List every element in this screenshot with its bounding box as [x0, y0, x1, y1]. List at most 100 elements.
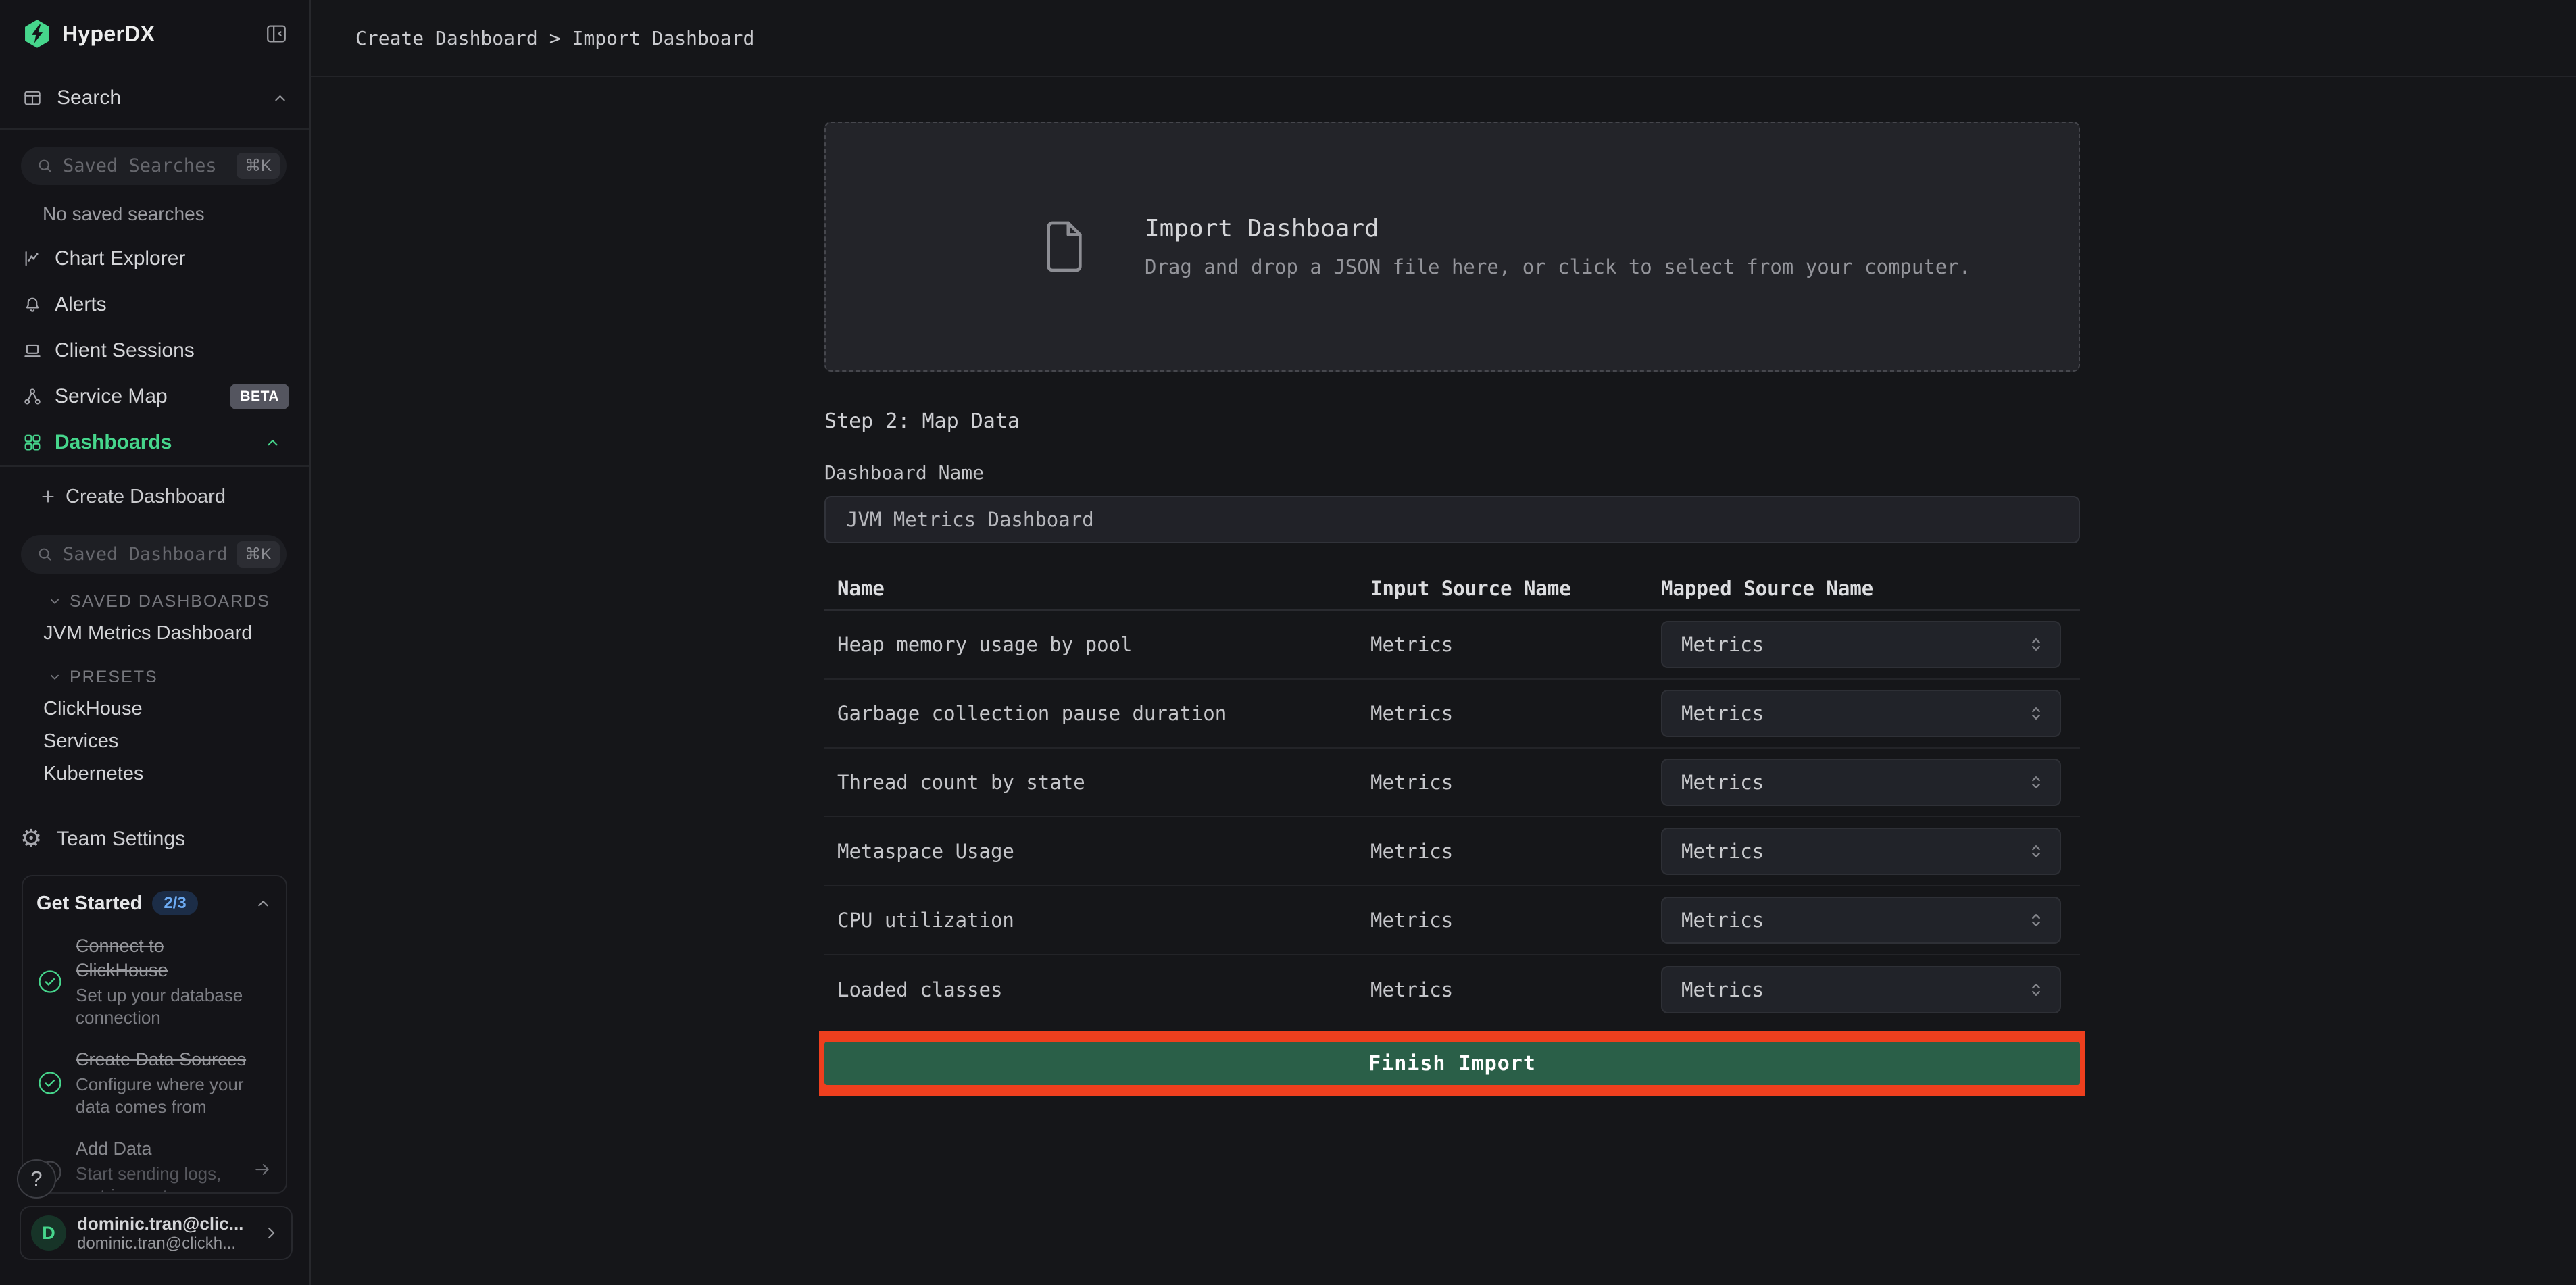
mapped-source-select[interactable]: Metrics — [1661, 966, 2061, 1013]
checklist-item-create-data-sources[interactable]: Create Data Sources Configure where your… — [36, 1047, 272, 1118]
sidebar-divider — [0, 128, 309, 130]
user-menu[interactable]: D dominic.tran@clic... dominic.tran@clic… — [20, 1206, 293, 1260]
select-value: Metrics — [1681, 840, 1764, 863]
gear-icon: ⚙ — [20, 827, 48, 851]
row-input-source: Metrics — [1370, 978, 1661, 1001]
saved-searches-search[interactable]: ⌘K — [21, 147, 287, 185]
chevron-up-icon[interactable] — [271, 89, 289, 107]
checklist-item-title: Connect to ClickHouse — [76, 934, 259, 982]
checklist-item-connect-clickhouse[interactable]: Connect to ClickHouse Set up your databa… — [36, 934, 272, 1029]
avatar: D — [31, 1215, 66, 1251]
collapse-sidebar-icon[interactable] — [265, 22, 288, 45]
row-input-source: Metrics — [1370, 633, 1661, 656]
dropzone-subtitle: Drag and drop a JSON file here, or click… — [1145, 255, 1971, 278]
nav-label: Chart Explorer — [55, 247, 185, 270]
get-started-panel: Get Started 2/3 Connect to ClickHouse Se… — [22, 875, 287, 1194]
help-button[interactable]: ? — [17, 1159, 56, 1199]
sidebar-section-search[interactable]: Search — [0, 68, 309, 128]
chevron-updown-icon — [2026, 980, 2046, 1000]
sidebar-item-team-settings[interactable]: ⚙ Team Settings — [0, 818, 309, 860]
mapped-source-select[interactable]: Metrics — [1661, 828, 2061, 875]
create-dashboard-button[interactable]: Create Dashboard — [0, 475, 309, 518]
table-row: Loaded classes Metrics Metrics — [824, 955, 2080, 1024]
no-saved-searches-text: No saved searches — [43, 203, 309, 225]
topbar: Create Dashboard > Import Dashboard — [311, 0, 2576, 77]
checklist-item-title: Add Data — [76, 1136, 234, 1161]
dashboard-name-input[interactable] — [824, 496, 2080, 543]
checklist-item-add-data[interactable]: Add Data Start sending logs, metrics, or… — [36, 1136, 272, 1194]
row-name: Garbage collection pause duration — [837, 702, 1370, 725]
chevron-updown-icon — [2026, 910, 2046, 930]
dropzone-title: Import Dashboard — [1145, 215, 1971, 243]
sidebar-item-clickhouse-preset[interactable]: ClickHouse — [0, 692, 309, 725]
breadcrumb-create-dashboard[interactable]: Create Dashboard — [355, 27, 538, 49]
check-circle-icon — [36, 1069, 64, 1097]
mapped-source-select[interactable]: Metrics — [1661, 621, 2061, 668]
chart-explorer-icon — [22, 249, 48, 269]
nav-label: Client Sessions — [55, 339, 195, 362]
sidebar-item-chart-explorer[interactable]: Chart Explorer — [0, 236, 309, 282]
checklist-item-subtitle: Configure where your data comes from — [76, 1074, 259, 1118]
shortcut-kbd: ⌘K — [237, 541, 280, 568]
highlight-annotation: Finish Import — [819, 1031, 2085, 1096]
finish-import-button[interactable]: Finish Import — [824, 1042, 2080, 1085]
app-title: HyperDX — [62, 22, 155, 47]
sidebar-item-client-sessions[interactable]: Client Sessions — [0, 328, 309, 374]
chevron-down-icon — [47, 594, 62, 609]
select-value: Metrics — [1681, 909, 1764, 932]
breadcrumb-separator: > — [549, 27, 561, 49]
saved-dashboards-group-toggle[interactable]: Saved Dashboards — [0, 586, 309, 617]
search-icon — [36, 157, 54, 175]
search-section-label: Search — [57, 86, 121, 109]
sidebar-item-dashboards[interactable]: Dashboards — [0, 420, 309, 465]
mapped-source-select[interactable]: Metrics — [1661, 759, 2061, 806]
chevron-up-icon[interactable] — [254, 895, 272, 913]
table-row: Garbage collection pause duration Metric… — [824, 680, 2080, 749]
search-icon — [36, 545, 54, 563]
column-header-name: Name — [837, 577, 1370, 600]
import-dropzone[interactable]: Import Dashboard Drag and drop a JSON fi… — [824, 122, 2080, 372]
nav-label: Dashboards — [55, 431, 172, 454]
checklist-item-subtitle: Set up your database connection — [76, 984, 259, 1029]
sidebar-header: HyperDX — [0, 0, 309, 68]
saved-dashboards-search[interactable]: ⌘K — [21, 535, 287, 574]
checklist-item-subtitle: Start sending logs, metrics, or traces — [76, 1163, 234, 1194]
nav-label: Service Map — [55, 385, 168, 408]
get-started-header[interactable]: Get Started 2/3 — [36, 891, 272, 915]
presets-group-toggle[interactable]: Presets — [0, 661, 309, 692]
table-row: CPU utilization Metrics Metrics — [824, 886, 2080, 955]
checklist-item-title: Create Data Sources — [76, 1047, 259, 1072]
main-area: Create Dashboard > Import Dashboard Impo… — [311, 0, 2576, 1285]
user-name: dominic.tran@clic... — [77, 1213, 243, 1234]
column-header-input-source: Input Source Name — [1370, 577, 1661, 600]
row-input-source: Metrics — [1370, 909, 1661, 932]
nav-label: Alerts — [55, 293, 107, 316]
sidebar-bottom: Get Started 2/3 Connect to ClickHouse Se… — [0, 875, 309, 1285]
breadcrumb-import-dashboard: Import Dashboard — [572, 27, 755, 49]
sidebar-item-service-map[interactable]: Service Map BETA — [0, 374, 309, 420]
chevron-down-icon — [47, 670, 62, 684]
hyperdx-logo-icon — [22, 19, 52, 49]
laptop-icon — [22, 341, 48, 361]
shortcut-kbd: ⌘K — [237, 153, 280, 179]
saved-dashboards-input[interactable] — [63, 544, 228, 565]
get-started-title: Get Started — [36, 892, 142, 915]
app-logo[interactable]: HyperDX — [22, 19, 155, 49]
presets-group-label: Presets — [70, 667, 158, 687]
sidebar-item-services-preset[interactable]: Services — [0, 725, 309, 757]
chevron-up-icon[interactable] — [264, 434, 289, 452]
chevron-updown-icon — [2026, 841, 2046, 861]
select-value: Metrics — [1681, 633, 1764, 656]
row-input-source: Metrics — [1370, 771, 1661, 794]
saved-searches-input[interactable] — [63, 155, 228, 176]
row-name: Metaspace Usage — [837, 840, 1370, 863]
sidebar-item-kubernetes-preset[interactable]: Kubernetes — [0, 757, 309, 790]
search-section-icon — [22, 88, 48, 108]
table-row: Heap memory usage by pool Metrics Metric… — [824, 611, 2080, 680]
mapped-source-select[interactable]: Metrics — [1661, 897, 2061, 944]
sidebar-item-jvm-metrics-dashboard[interactable]: JVM Metrics Dashboard — [0, 617, 309, 649]
arrow-right-icon — [252, 1159, 272, 1180]
sidebar-item-alerts[interactable]: Alerts — [0, 282, 309, 328]
mapped-source-select[interactable]: Metrics — [1661, 690, 2061, 737]
user-email: dominic.tran@clickh... — [77, 1234, 243, 1253]
